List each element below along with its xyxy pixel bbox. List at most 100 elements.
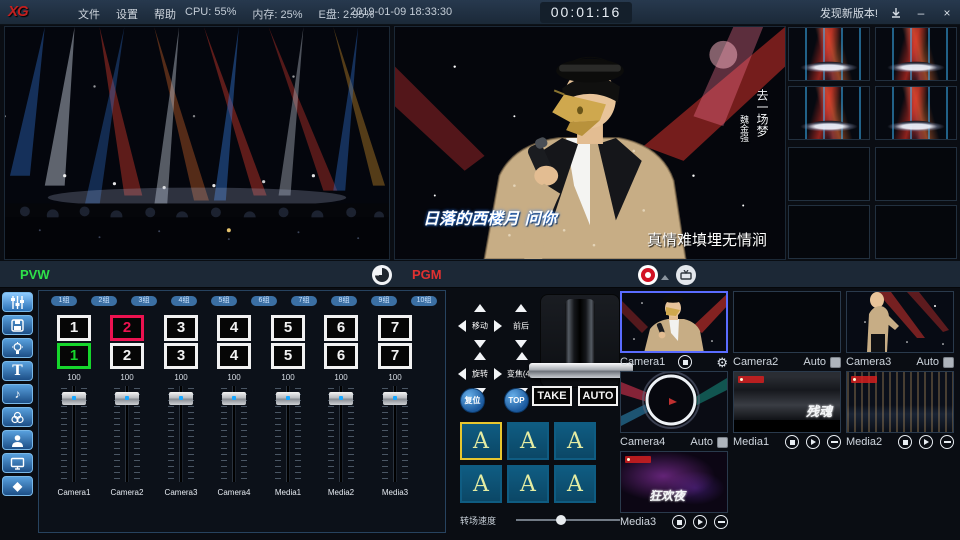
pgm-select-button-4[interactable]: 4 [217, 315, 251, 341]
group-button-1[interactable]: 1组 [51, 296, 77, 306]
transition-speed-knob[interactable] [556, 515, 566, 525]
pvw-select-button-4[interactable]: 4 [217, 343, 251, 369]
pvw-select-button-1[interactable]: 1 [57, 343, 91, 369]
volume-fader-2[interactable] [112, 386, 142, 482]
move-up-arrow[interactable] [474, 304, 486, 312]
camera1-thumbnail[interactable] [620, 291, 728, 353]
pvw-select-button-7[interactable]: 7 [378, 343, 412, 369]
pvw-select-button-3[interactable]: 3 [164, 343, 198, 369]
scene-thumbnail-empty-1[interactable] [788, 147, 870, 201]
sidebar-audio-button[interactable]: ♪ [2, 384, 33, 404]
update-notice-link[interactable]: 发现新版本! [820, 5, 878, 21]
transition-speed-slider[interactable] [516, 519, 620, 521]
pvw-select-button-6[interactable]: 6 [324, 343, 358, 369]
media3-stop-icon[interactable] [672, 515, 686, 529]
volume-fader-4[interactable] [219, 386, 249, 482]
camera3-auto-checkbox[interactable] [943, 357, 954, 368]
scene-thumbnail-empty-2[interactable] [875, 147, 957, 201]
camera4-thumbnail[interactable] [620, 371, 728, 433]
move-left-arrow[interactable] [458, 320, 466, 332]
record-options-caret[interactable] [661, 275, 669, 280]
sidebar-audio-mixer-button[interactable] [2, 292, 33, 312]
media2-pause-icon[interactable] [940, 435, 954, 449]
media2-play-icon[interactable] [919, 435, 933, 449]
group-button-10[interactable]: 10组 [411, 296, 437, 306]
media2-stop-icon[interactable] [898, 435, 912, 449]
media2-thumbnail[interactable] [846, 371, 954, 433]
pvw-select-button-5[interactable]: 5 [271, 343, 305, 369]
back-arrow[interactable] [515, 340, 527, 348]
move-right-arrow[interactable] [494, 320, 502, 332]
sidebar-color-button[interactable] [2, 407, 33, 427]
camera3-thumbnail[interactable] [846, 291, 954, 353]
zoom-in-arrow[interactable] [516, 352, 528, 360]
group-button-3[interactable]: 3组 [131, 296, 157, 306]
scene-thumbnail-empty-3[interactable] [788, 205, 870, 259]
front-arrow[interactable] [515, 304, 527, 312]
scene-thumbnail-1[interactable] [788, 27, 870, 81]
camera1-settings-gear-icon[interactable]: ⚙ [716, 356, 728, 369]
t-bar-handle[interactable] [529, 363, 633, 378]
camera2-auto-checkbox[interactable] [830, 357, 841, 368]
media3-play-icon[interactable] [693, 515, 707, 529]
pgm-select-button-1[interactable]: 1 [57, 315, 91, 341]
pattern-button-6[interactable]: A [554, 465, 596, 503]
timer-toggle-button[interactable] [372, 265, 392, 285]
close-button[interactable]: × [940, 6, 954, 20]
scene-thumbnail-2[interactable] [875, 27, 957, 81]
pattern-button-5[interactable]: A [507, 465, 549, 503]
scene-thumbnail-empty-4[interactable] [875, 205, 957, 259]
record-button[interactable] [638, 265, 658, 285]
pgm-monitor[interactable]: 日落的西楼月 问你 真情难填埋无情涧 魏金强 去一场梦 [394, 26, 786, 260]
top-button[interactable]: TOP [504, 388, 529, 413]
media3-thumbnail[interactable]: 狂欢夜 [620, 451, 728, 513]
move-down-arrow[interactable] [474, 340, 486, 348]
group-button-2[interactable]: 2组 [91, 296, 117, 306]
pgm-select-button-3[interactable]: 3 [164, 315, 198, 341]
pattern-button-1[interactable]: A [460, 422, 502, 460]
menu-help[interactable]: 帮助 [154, 6, 176, 22]
fader-handle[interactable] [169, 392, 193, 405]
pvw-monitor[interactable] [4, 26, 390, 260]
fader-handle[interactable] [62, 392, 86, 405]
fader-handle[interactable] [276, 392, 300, 405]
group-button-4[interactable]: 4组 [171, 296, 197, 306]
menu-settings[interactable]: 设置 [116, 6, 138, 22]
pattern-button-2[interactable]: A [507, 422, 549, 460]
sidebar-text-button[interactable]: T [2, 361, 33, 381]
sidebar-save-button[interactable] [2, 315, 33, 335]
menu-file[interactable]: 文件 [78, 6, 100, 22]
sidebar-lighting-button[interactable] [2, 338, 33, 358]
group-button-8[interactable]: 8组 [331, 296, 357, 306]
reset-button[interactable]: 复位 [460, 388, 485, 413]
group-button-9[interactable]: 9组 [371, 296, 397, 306]
pgm-select-button-2[interactable]: 2 [110, 315, 144, 341]
media1-play-icon[interactable] [806, 435, 820, 449]
auto-button[interactable]: AUTO [578, 386, 618, 406]
pattern-button-3[interactable]: A [554, 422, 596, 460]
volume-fader-7[interactable] [380, 386, 410, 482]
group-button-6[interactable]: 6组 [251, 296, 277, 306]
fader-handle[interactable] [222, 392, 246, 405]
pvw-select-button-2[interactable]: 2 [110, 343, 144, 369]
scene-thumbnail-3[interactable] [788, 86, 870, 140]
pattern-button-4[interactable]: A [460, 465, 502, 503]
rotate-up-arrow[interactable] [474, 352, 486, 360]
media1-thumbnail[interactable]: 残魂 [733, 371, 841, 433]
stream-output-button[interactable] [676, 265, 696, 285]
pgm-select-button-7[interactable]: 7 [378, 315, 412, 341]
update-download-icon[interactable] [890, 7, 902, 19]
take-button[interactable]: TAKE [532, 386, 572, 406]
sidebar-display-button[interactable] [2, 453, 33, 473]
fader-handle[interactable] [329, 392, 353, 405]
media1-pause-icon[interactable] [827, 435, 841, 449]
camera4-auto-checkbox[interactable] [717, 437, 728, 448]
minimize-button[interactable]: – [914, 6, 928, 20]
scene-thumbnail-4[interactable] [875, 86, 957, 140]
group-button-7[interactable]: 7组 [291, 296, 317, 306]
camera1-stop-icon[interactable] [678, 355, 692, 369]
rotate-left-arrow[interactable] [458, 368, 466, 380]
fader-handle[interactable] [383, 392, 407, 405]
media1-stop-icon[interactable] [785, 435, 799, 449]
camera2-thumbnail[interactable] [733, 291, 841, 353]
